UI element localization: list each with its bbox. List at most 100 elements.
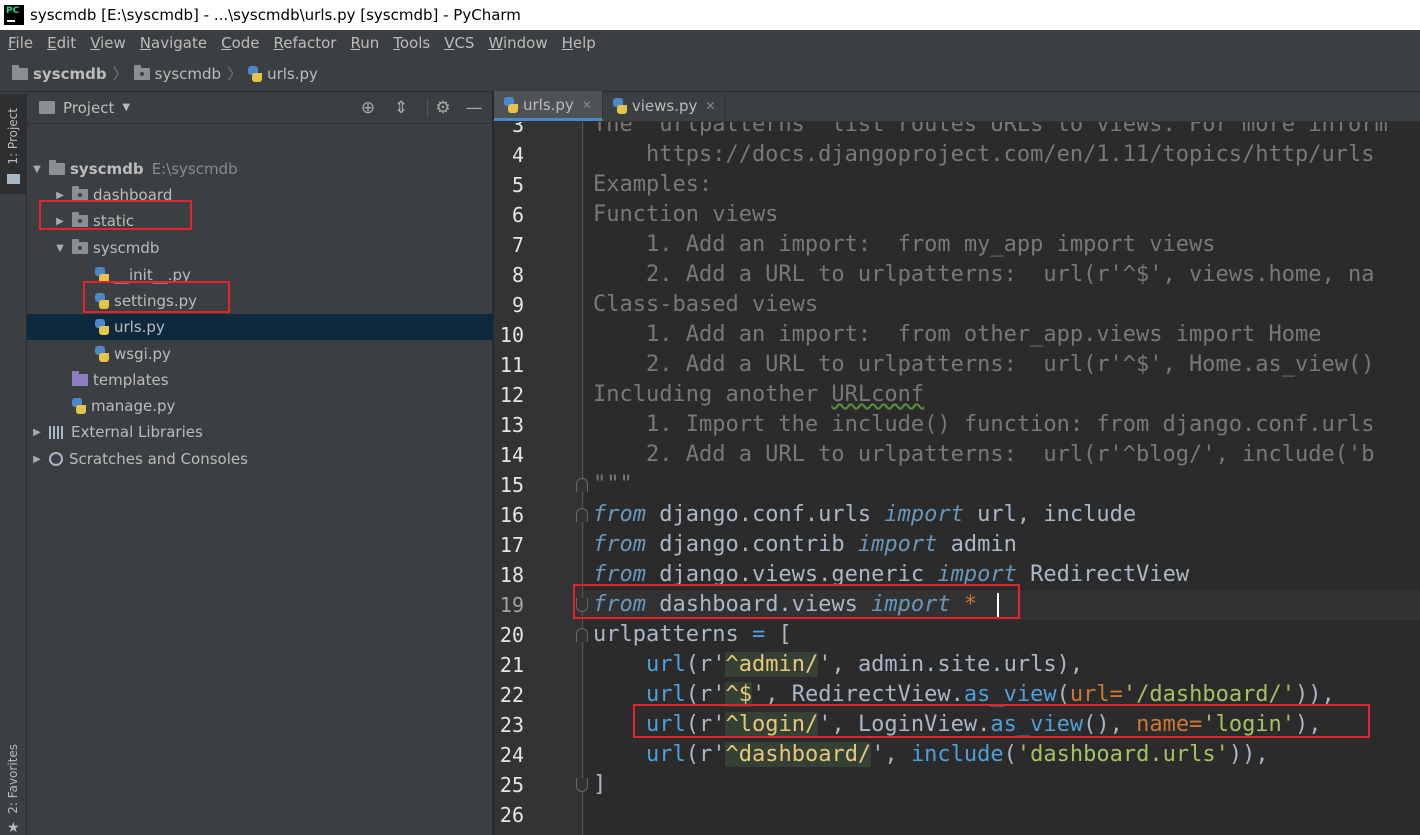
code-line[interactable]: url(r'^dashboard/', include('dashboard.u… [593,740,1269,770]
line-number: 9 [511,293,524,317]
breadcrumb-item-file[interactable]: urls.py [248,65,318,83]
code-line[interactable]: from django.views.generic import Redirec… [593,560,1189,590]
tree-row-dashboard[interactable]: ▶ dashboard [27,182,493,208]
line-number: 19 [499,593,524,617]
breadcrumb-item-folder[interactable]: syscmdb [133,64,221,83]
code-token: """ [593,472,633,497]
star-icon: ★ [7,820,20,835]
code-line[interactable]: from django.conf.urls import url, includ… [593,500,1136,530]
code-token: from [593,562,646,587]
line-number: 22 [499,683,524,707]
window-title: syscmdb [E:\syscmdb] - ...\syscmdb\urls.… [30,6,521,24]
code-line[interactable]: url(r'^login/', LoginView.as_view(), nam… [593,710,1322,740]
tree-row-static[interactable]: ▶ static [27,208,493,234]
code-editor[interactable]: 3 The `urlpatterns` list routes URLs to v… [494,122,1420,835]
tree-row-wsgi-py[interactable]: wsgi.py [27,341,493,367]
code-line[interactable]: 2. Add a URL to urlpatterns: url(r'^$', … [593,260,1375,290]
code-line[interactable]: Examples: [593,170,712,200]
code-line[interactable]: url(r'^admin/', admin.site.urls), [593,650,1083,680]
project-view-selector[interactable]: Project [63,99,114,117]
expand-right-icon[interactable]: ▶ [31,454,43,465]
scratches-icon [49,452,63,466]
line-number: 12 [499,383,524,407]
code-line[interactable]: url(r'^$', RedirectView.as_view(url='/da… [593,680,1335,710]
code-line[interactable]: from dashboard.views import * [593,590,977,620]
fold-marker-icon[interactable] [576,508,588,522]
menu-item-view[interactable]: View [84,34,134,52]
menu-label: indow [502,34,548,52]
code-line[interactable]: 1. Import the include() function: from d… [593,410,1375,440]
line-number: 6 [511,203,524,227]
code-line[interactable]: 1. Add an import: from other_app.views i… [593,320,1322,350]
code-line[interactable]: Class-based views [593,290,818,320]
code-line[interactable]: """ [593,470,633,500]
line-number: 13 [499,413,524,437]
code-line[interactable]: 2. Add a URL to urlpatterns: url(r'^$', … [593,350,1375,380]
code-line[interactable]: ] [593,770,606,800]
chevron-down-icon[interactable]: ▼ [122,102,130,113]
menu-item-help[interactable]: Help [556,34,604,52]
line-number: 11 [499,353,524,377]
code-line[interactable]: urlpatterns = [ [593,620,792,650]
tree-row-manage-py[interactable]: manage.py [27,393,493,419]
expand-down-icon[interactable]: ▼ [54,243,66,254]
tree-row-urls-py[interactable]: urls.py [27,314,493,340]
fold-marker-icon[interactable] [576,598,588,612]
collapse-all-icon[interactable]: ⇕ [391,98,411,118]
close-icon[interactable]: ✕ [582,98,592,112]
tree-row-settings-py[interactable]: settings.py [27,288,493,314]
folder-icon [7,174,20,184]
tree-row-external-libraries[interactable]: ▶ External Libraries [27,419,493,445]
code-line[interactable]: Including another URLconf [593,380,924,410]
expand-right-icon[interactable]: ▶ [54,216,66,227]
menu-item-run[interactable]: Run [344,34,387,52]
tree-row-templates[interactable]: templates [27,367,493,393]
menu-item-vcs[interactable]: VCS [438,34,482,52]
tree-label: __init__.py [114,266,191,284]
breadcrumb-item-project[interactable]: syscmdb [12,64,107,83]
gear-icon[interactable]: ⚙ [433,98,453,118]
expand-right-icon[interactable]: ▶ [31,427,43,438]
code-line[interactable]: Function views [593,200,778,230]
menu-item-refactor[interactable]: Refactor [268,34,345,52]
close-icon[interactable]: ✕ [705,99,715,113]
line-number: 4 [511,143,524,167]
fold-marker-icon[interactable] [576,628,588,642]
expand-right-icon[interactable]: ▶ [54,190,66,201]
tab-views-py[interactable]: views.py ✕ [603,91,727,121]
code-token: Examples: [593,172,713,197]
line-number: 17 [499,533,524,557]
tree-row-syscmdb[interactable]: ▼ syscmdb [27,235,493,261]
menu-item-code[interactable]: Code [215,34,267,52]
tree-row-scratches-and-consoles[interactable]: ▶ Scratches and Consoles [27,446,493,472]
tree-row-syscmdb[interactable]: ▼ syscmdb E:\syscmdb [27,156,493,182]
menu-item-edit[interactable]: Edit [41,34,84,52]
folder-icon [72,212,88,227]
code-line[interactable]: The `urlpatterns` list routes URLs to vi… [593,122,1388,140]
code-token: RedirectView [1016,562,1190,587]
code-token: include [910,742,1004,767]
menu-mnemonic: R [350,34,361,52]
menu-item-navigate[interactable]: Navigate [134,34,215,52]
hide-panel-icon[interactable]: — [464,98,484,118]
project-icon [39,101,55,114]
favorites-tool-tab[interactable]: 2: Favorites [6,744,20,814]
expand-down-icon[interactable]: ▼ [31,164,43,175]
project-tool-tab[interactable]: 1: Project [0,94,27,194]
code-line[interactable]: from django.contrib import admin [593,530,1017,560]
code-token: django.contrib [645,532,858,557]
code-line[interactable]: 1. Add an import: from my_app import vie… [593,230,1216,260]
code-token: (), [1083,712,1137,737]
fold-marker-icon[interactable] [576,478,588,492]
menu-item-tools[interactable]: Tools [387,34,438,52]
code-token: Class-based views [593,292,819,317]
menu-item-file[interactable]: File [2,34,41,52]
tree-label: External Libraries [71,423,203,441]
tab-urls-py[interactable]: urls.py ✕ [494,91,603,121]
tree-row--init-py[interactable]: __init__.py [27,262,493,288]
code-line[interactable]: 2. Add a URL to urlpatterns: url(r'^blog… [593,440,1375,470]
code-line[interactable]: https://docs.djangoproject.com/en/1.11/t… [593,140,1375,170]
fold-marker-icon[interactable] [576,778,588,792]
locate-file-icon[interactable]: ⊕ [358,98,378,118]
menu-item-window[interactable]: Window [482,34,555,52]
